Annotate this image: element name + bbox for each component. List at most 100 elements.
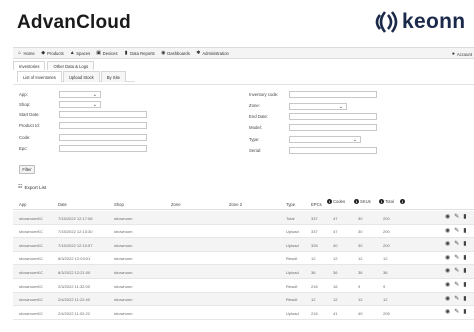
delete-icon[interactable]: ▮ bbox=[463, 296, 466, 303]
model-input[interactable] bbox=[289, 124, 377, 131]
col-shop[interactable]: Shop bbox=[114, 202, 124, 207]
info-icon: i bbox=[379, 199, 384, 205]
cell-skus: 30 bbox=[358, 229, 363, 235]
table-row[interactable]: showroomKC 7/15/2022 12:17:08 showroom Tota… bbox=[13, 211, 474, 225]
view-icon[interactable]: ◉ bbox=[445, 282, 450, 289]
delete-icon[interactable]: ▮ bbox=[463, 268, 466, 275]
col-app[interactable]: App bbox=[19, 202, 26, 207]
nav-label: Dashboards bbox=[167, 50, 190, 56]
cell-skus: 12 bbox=[358, 297, 363, 303]
export-list-link[interactable]: ☷ Export List bbox=[18, 184, 46, 190]
epc-input[interactable] bbox=[59, 145, 147, 152]
cell-epcs: 337 bbox=[311, 229, 318, 235]
nav-item-dashboards[interactable]: ◉ Dashboards bbox=[161, 50, 190, 56]
delete-icon[interactable]: ▮ bbox=[463, 255, 466, 262]
nav-item-data-reports[interactable]: ▮ Data Reports bbox=[124, 50, 155, 56]
delete-icon[interactable]: ▮ bbox=[463, 241, 466, 248]
table-row[interactable]: showroomKC 7/15/2022 12:13:30 showroom Uplo… bbox=[13, 225, 474, 239]
product-id-input[interactable] bbox=[59, 122, 147, 129]
nav-item-home[interactable]: ⌂ Home bbox=[17, 50, 35, 56]
col-type[interactable]: Type bbox=[286, 202, 295, 207]
info-icon: i bbox=[354, 199, 359, 205]
nav-item-products[interactable]: ◆ Products bbox=[41, 50, 63, 56]
table-row[interactable]: showroomKC 2/4/2022 11:22:40 showroom Resul… bbox=[13, 292, 474, 307]
table-row[interactable]: showroomKC 2/3/2022 11:32:00 showroom Resul… bbox=[13, 279, 474, 293]
nav-label: Administration bbox=[202, 50, 229, 56]
cell-type: Upload bbox=[286, 310, 299, 316]
nav-item-administration[interactable]: ✱ Administration bbox=[196, 50, 229, 56]
end-date-input[interactable] bbox=[289, 113, 377, 120]
delete-icon[interactable]: ▮ bbox=[463, 214, 466, 221]
tab-upload-stock[interactable]: Upload Stock bbox=[62, 71, 100, 82]
edit-icon[interactable]: ✎ bbox=[454, 214, 459, 221]
tab-by-site[interactable]: By Site bbox=[100, 71, 127, 82]
user-menu[interactable]: ● Account bbox=[452, 51, 472, 57]
edit-icon[interactable]: ✎ bbox=[454, 309, 459, 316]
col-zone-2[interactable]: Zone 2 bbox=[229, 202, 242, 207]
filter-button[interactable]: Filter bbox=[19, 165, 35, 174]
edit-icon[interactable]: ✎ bbox=[454, 282, 459, 289]
delete-icon[interactable]: ▮ bbox=[463, 309, 466, 316]
col-epcs[interactable]: EPCs bbox=[311, 202, 322, 207]
subtab-inventories[interactable]: Inventories bbox=[13, 61, 46, 70]
cell-codes: 47 bbox=[333, 229, 338, 235]
chevron-down-icon: ⌄ bbox=[338, 103, 343, 110]
view-icon[interactable]: ◉ bbox=[445, 214, 450, 221]
cell-skus: 9 bbox=[358, 283, 361, 289]
delete-icon[interactable]: ▮ bbox=[463, 282, 466, 289]
code-label: Code: bbox=[19, 135, 31, 140]
cell-type: Total bbox=[286, 215, 295, 221]
cell-shop: showroom bbox=[114, 269, 133, 275]
edit-icon[interactable]: ✎ bbox=[454, 241, 459, 248]
edit-icon[interactable]: ✎ bbox=[454, 228, 459, 235]
col-zone[interactable]: Zone bbox=[171, 202, 181, 207]
cell-codes: 12 bbox=[333, 297, 338, 303]
view-icon[interactable]: ◉ bbox=[445, 309, 450, 316]
subtabs: Inventories Other Data & Logs bbox=[13, 61, 96, 70]
app-select[interactable]: ⌄ bbox=[59, 91, 101, 98]
view-icon[interactable]: ◉ bbox=[445, 241, 450, 248]
row-actions: ◉ ✎ ▮ bbox=[445, 296, 471, 303]
cell-total: 9 bbox=[383, 283, 386, 289]
edit-icon[interactable]: ✎ bbox=[454, 268, 459, 275]
type-select[interactable]: ⌄ bbox=[289, 136, 361, 143]
row-actions: ◉ ✎ ▮ bbox=[445, 255, 471, 262]
col-codes[interactable]: i Codes bbox=[327, 199, 345, 205]
subtab-other-data-logs[interactable]: Other Data & Logs bbox=[47, 61, 95, 70]
view-icon[interactable]: ◉ bbox=[445, 268, 450, 275]
serial-input[interactable] bbox=[289, 147, 377, 154]
chevron-down-icon: ⌄ bbox=[92, 101, 97, 108]
sitemap-icon: ▲ bbox=[69, 49, 75, 56]
cell-shop: showroom bbox=[114, 283, 133, 289]
table-row[interactable]: showroomKC 8/3/2022 12:03:01 showroom Resul… bbox=[13, 252, 474, 266]
logo[interactable]: keonn bbox=[370, 10, 465, 34]
view-icon[interactable]: ◉ bbox=[445, 228, 450, 235]
table-row[interactable]: showroomKC 8/3/2022 12:21:00 showroom Uploa… bbox=[13, 265, 474, 279]
export-list-label: Export List bbox=[24, 184, 47, 190]
edit-icon[interactable]: ✎ bbox=[454, 296, 459, 303]
nav-item-devices[interactable]: ▣ Devices bbox=[96, 50, 117, 56]
cell-codes: 12 bbox=[333, 256, 338, 262]
inventory-code-input[interactable] bbox=[289, 91, 377, 98]
start-date-input[interactable] bbox=[59, 111, 147, 118]
row-actions: ◉ ✎ ▮ bbox=[445, 214, 471, 221]
row-actions: ◉ ✎ ▮ bbox=[445, 309, 471, 316]
info-icon: i bbox=[399, 199, 405, 205]
delete-icon[interactable]: ▮ bbox=[463, 228, 466, 235]
zone-select[interactable]: ⌄ bbox=[289, 103, 347, 110]
tab-list-of-inventories[interactable]: List of Inventories bbox=[17, 71, 62, 82]
nav-item-spaces[interactable]: ▲ Spaces bbox=[69, 49, 90, 56]
row-actions: ◉ ✎ ▮ bbox=[445, 241, 471, 248]
table-row[interactable]: showroomKC 2/4/2022 11:02:22 showroom Uploa… bbox=[13, 306, 474, 320]
shop-select[interactable]: ⌄ bbox=[59, 101, 101, 108]
edit-icon[interactable]: ✎ bbox=[454, 255, 459, 262]
col-total[interactable]: i Total i bbox=[379, 199, 406, 205]
code-input[interactable] bbox=[59, 134, 147, 141]
view-icon[interactable]: ◉ bbox=[445, 296, 450, 303]
cell-codes: 36 bbox=[333, 269, 338, 275]
table-row[interactable]: showroomKC 7/15/2022 12:10:57 showroom Uplo… bbox=[13, 238, 474, 252]
view-icon[interactable]: ◉ bbox=[445, 255, 450, 262]
logo-text: keonn bbox=[402, 10, 466, 33]
col-date[interactable]: Date bbox=[58, 202, 67, 207]
col-skus[interactable]: i SKUs bbox=[354, 199, 371, 205]
